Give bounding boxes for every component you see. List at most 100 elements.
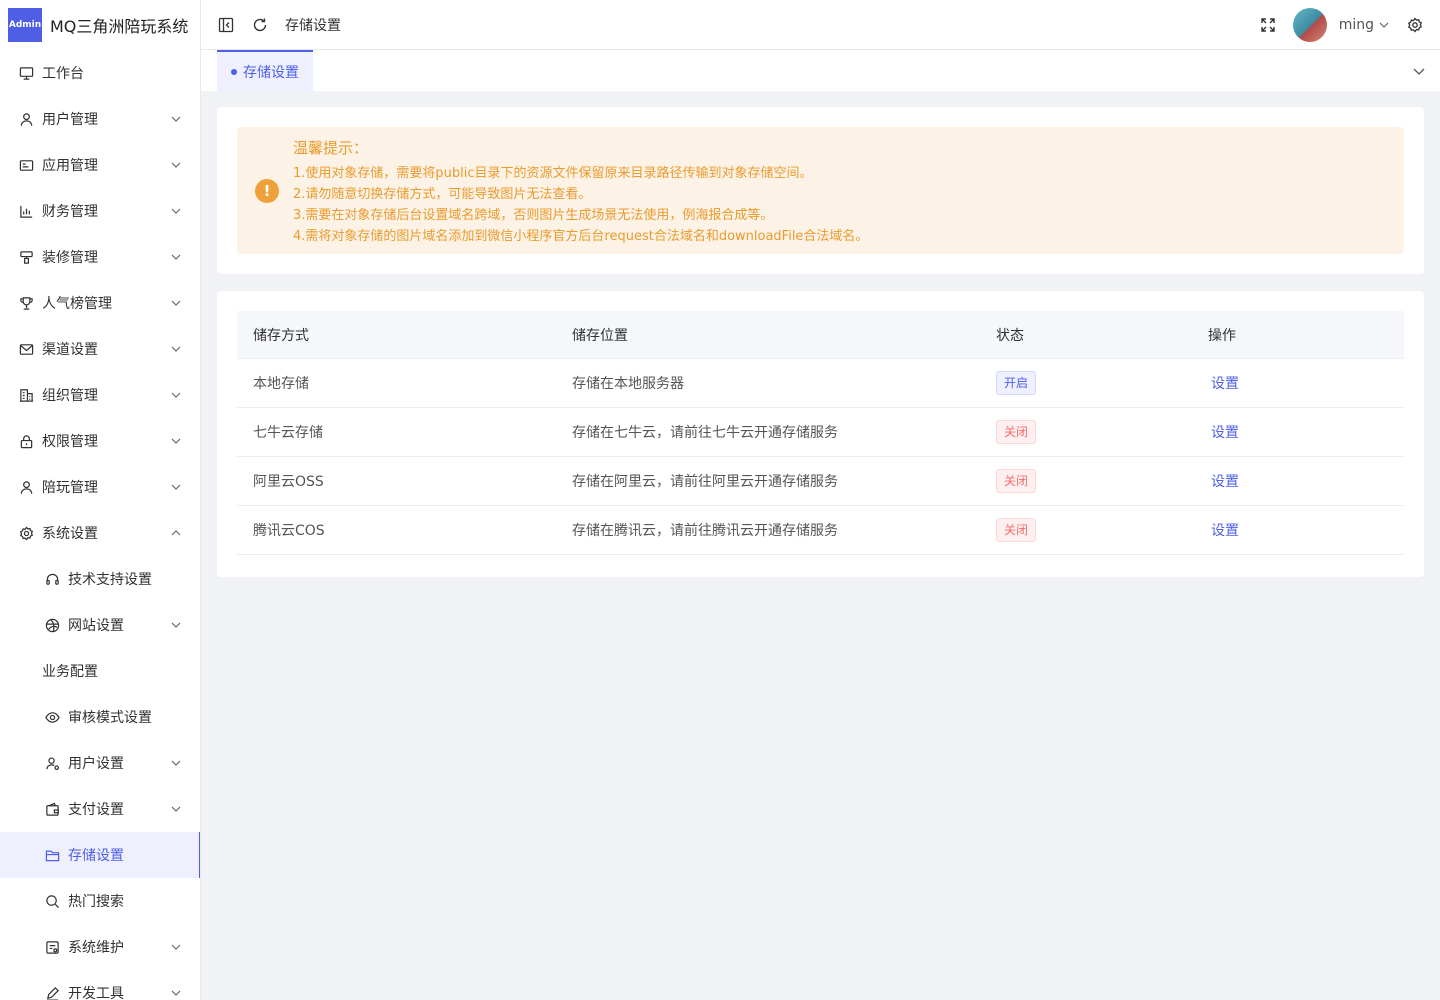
column-header: 储存位置 (572, 327, 628, 344)
folder-icon (44, 847, 60, 863)
chart-icon (18, 203, 34, 219)
sidebar-item-label: 热门搜索 (68, 894, 124, 910)
settings-link[interactable]: 设置 (1211, 523, 1239, 539)
chevron-down-icon (170, 297, 182, 309)
refresh-icon[interactable] (251, 16, 269, 34)
mail-icon (18, 341, 34, 357)
status-badge: 关闭 (996, 420, 1037, 444)
chevron-down-icon (170, 757, 182, 769)
sidebar-item-user-settings[interactable]: 用户设置 (0, 740, 200, 786)
column-header: 储存方式 (253, 327, 309, 344)
tabs-bar: 存储设置 (201, 50, 1440, 91)
warning-alert: ! 温馨提示： 1.使用对象存储，需要将public目录下的资源文件保留原来目录… (237, 127, 1404, 254)
sidebar-item-hot-search[interactable]: 热门搜索 (0, 878, 200, 924)
notice-line: 3.需要在对象存储后台设置域名跨域，否则图片生成场景无法使用，例海报合成等。 (293, 208, 774, 223)
sidebar-item-label: 陪玩管理 (42, 480, 98, 496)
sidebar-item-review-mode[interactable]: 审核模式设置 (0, 694, 200, 740)
sidebar-item-organization[interactable]: 组织管理 (0, 372, 200, 418)
sidebar-item-channel[interactable]: 渠道设置 (0, 326, 200, 372)
sidebar-item-popularity[interactable]: 人气榜管理 (0, 280, 200, 326)
app-title: MQ三角洲陪玩系统 (50, 17, 189, 36)
column-header: 操作 (1208, 327, 1236, 344)
sidebar-item-system-maintenance[interactable]: 系统维护 (0, 924, 200, 970)
logo[interactable]: Admin MQ三角洲陪玩系统 (0, 0, 200, 50)
maintenance-icon (44, 939, 60, 955)
chevron-up-icon (170, 527, 182, 539)
status-badge: 关闭 (996, 518, 1037, 542)
sidebar-item-business-config[interactable]: 业务配置 (0, 648, 200, 694)
sidebar-item-system-settings[interactable]: 系统设置 (0, 510, 200, 556)
table-row: 腾讯云COS 存储在腾讯云，请前往腾讯云开通存储服务 关闭 设置 (237, 506, 1404, 555)
settings-link[interactable]: 设置 (1211, 474, 1239, 490)
breadcrumb: 存储设置 (285, 17, 341, 34)
sidebar-collapse-icon[interactable] (217, 16, 235, 34)
sidebar-item-finance[interactable]: 财务管理 (0, 188, 200, 234)
sidebar: Admin MQ三角洲陪玩系统 工作台 用户管理 应用管理 财务管理 装修管理 … (0, 0, 201, 1000)
gear-icon[interactable] (1406, 16, 1424, 34)
cell-method: 阿里云OSS (253, 474, 324, 490)
user-icon (18, 111, 34, 127)
sidebar-item-label: 系统维护 (68, 940, 124, 956)
tab-storage-settings[interactable]: 存储设置 (217, 50, 313, 91)
chevron-down-icon (170, 987, 182, 999)
sidebar-item-payment-settings[interactable]: 支付设置 (0, 786, 200, 832)
sidebar-item-decoration[interactable]: 装修管理 (0, 234, 200, 280)
notice-line: 2.请勿随意切换存储方式，可能导致图片无法查看。 (293, 187, 592, 202)
sidebar-item-companion[interactable]: 陪玩管理 (0, 464, 200, 510)
sidebar-item-label: 业务配置 (42, 664, 98, 680)
gear-icon (18, 525, 34, 541)
sidebar-item-label: 审核模式设置 (68, 710, 152, 726)
avatar[interactable] (1292, 7, 1327, 42)
cell-method: 七牛云存储 (253, 425, 323, 441)
sidebar-item-label: 用户管理 (42, 112, 98, 128)
notice-line: 1.使用对象存储，需要将public目录下的资源文件保留原来目录路径传输到对象存… (293, 166, 813, 181)
cell-method: 本地存储 (253, 376, 309, 392)
notice-title: 温馨提示： (293, 139, 369, 157)
chevron-down-icon (170, 481, 182, 493)
headset-icon (44, 571, 60, 587)
chevron-down-icon (170, 389, 182, 401)
table-header: 储存方式 储存位置 状态 操作 (237, 311, 1404, 359)
chevron-down-icon (170, 435, 182, 447)
sidebar-item-dev-tools[interactable]: 开发工具 (0, 970, 200, 1000)
sidebar-item-website-settings[interactable]: 网站设置 (0, 602, 200, 648)
chevron-down-icon[interactable] (1378, 19, 1390, 31)
sidebar-item-dashboard[interactable]: 工作台 (0, 50, 200, 96)
chevron-down-icon (170, 251, 182, 263)
settings-link[interactable]: 设置 (1211, 425, 1239, 441)
sidebar-item-label: 网站设置 (68, 618, 124, 634)
user-icon (18, 479, 34, 495)
table-row: 七牛云存储 存储在七牛云，请前往七牛云开通存储服务 关闭 设置 (237, 408, 1404, 457)
chevron-down-icon (170, 159, 182, 171)
notice-lines: 1.使用对象存储，需要将public目录下的资源文件保留原来目录路径传输到对象存… (293, 163, 868, 247)
sidebar-item-label: 系统设置 (42, 526, 98, 542)
globe-icon (44, 617, 60, 633)
sidebar-item-storage-settings[interactable]: 存储设置 (0, 832, 200, 878)
top-header: 存储设置 ming (201, 0, 1440, 50)
user-settings-icon (44, 755, 60, 771)
warning-icon: ! (255, 179, 279, 203)
status-badge: 开启 (996, 371, 1037, 395)
monitor-icon (18, 65, 34, 81)
notice-card: ! 温馨提示： 1.使用对象存储，需要将public目录下的资源文件保留原来目录… (217, 107, 1424, 274)
status-badge: 关闭 (996, 469, 1037, 493)
sidebar-item-label: 支付设置 (68, 802, 124, 818)
lock-icon (18, 433, 34, 449)
eye-icon (44, 709, 60, 725)
fullscreen-icon[interactable] (1259, 16, 1277, 34)
sidebar-item-permission[interactable]: 权限管理 (0, 418, 200, 464)
sidebar-item-label: 开发工具 (68, 986, 124, 1000)
sidebar-item-app-management[interactable]: 应用管理 (0, 142, 200, 188)
username[interactable]: ming (1339, 17, 1374, 33)
sidebar-item-label: 组织管理 (42, 388, 98, 404)
chevron-down-icon (170, 343, 182, 355)
sidebar-item-label: 人气榜管理 (42, 296, 112, 312)
settings-link[interactable]: 设置 (1211, 376, 1239, 392)
chevron-down-icon[interactable] (1412, 64, 1426, 78)
table-row: 阿里云OSS 存储在阿里云，请前往阿里云开通存储服务 关闭 设置 (237, 457, 1404, 506)
sidebar-item-user-management[interactable]: 用户管理 (0, 96, 200, 142)
app-icon (18, 157, 34, 173)
cell-location: 存储在本地服务器 (572, 376, 684, 392)
chevron-down-icon (170, 619, 182, 631)
sidebar-item-tech-support[interactable]: 技术支持设置 (0, 556, 200, 602)
